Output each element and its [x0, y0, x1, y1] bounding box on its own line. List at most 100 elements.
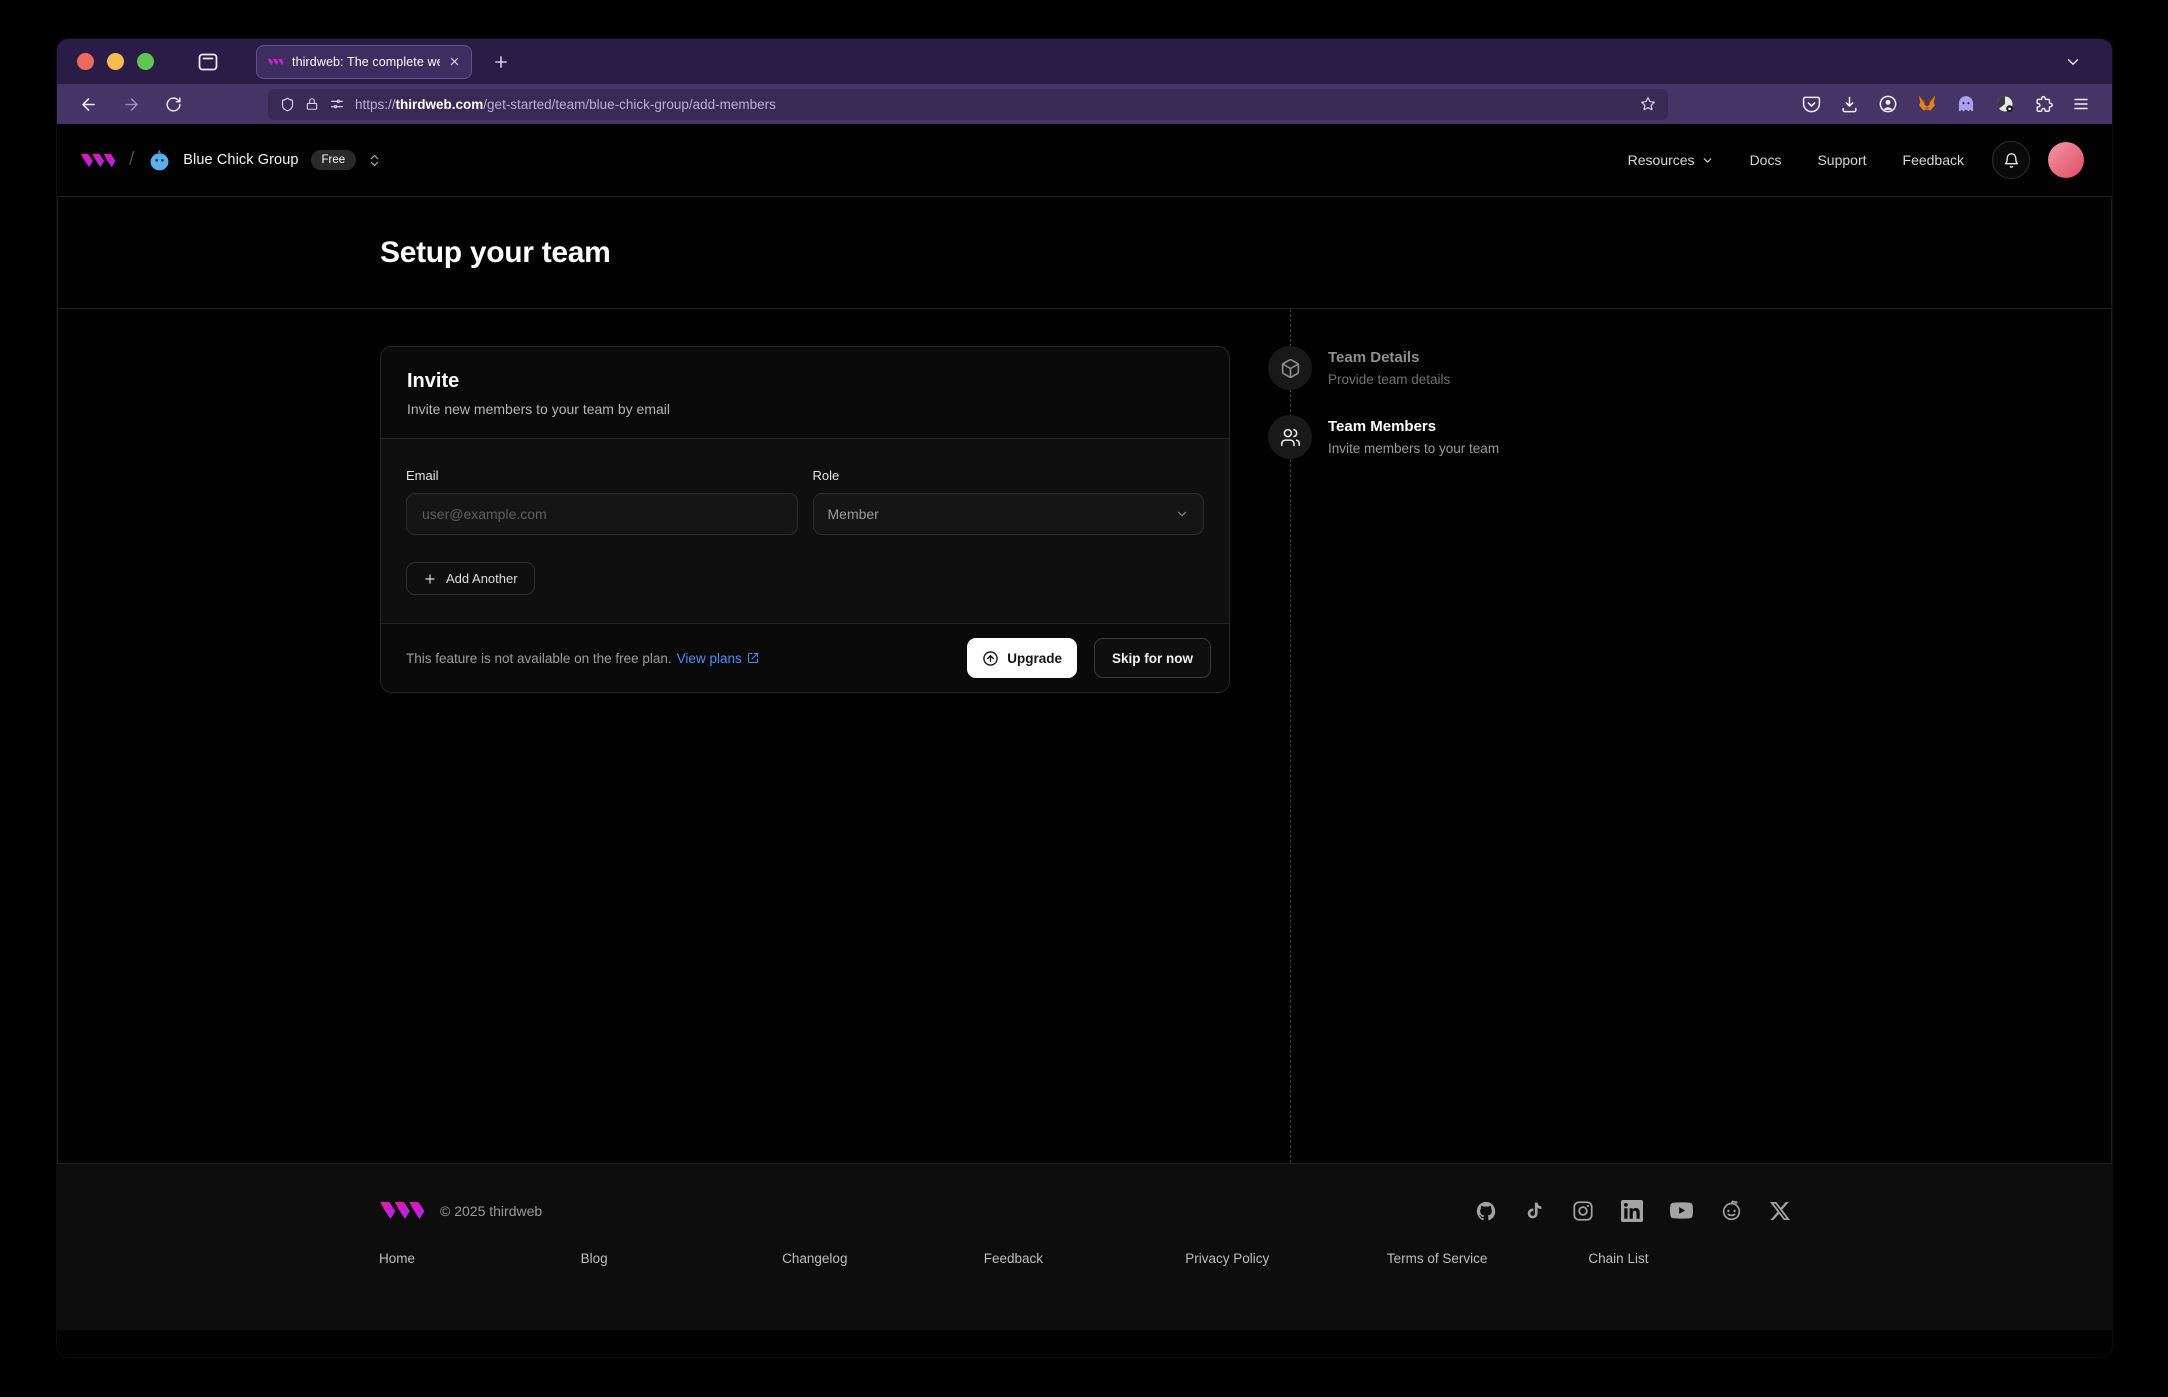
- lock-icon[interactable]: [305, 97, 319, 111]
- invite-card-header: Invite Invite new members to your team b…: [381, 347, 1229, 438]
- nav-docs[interactable]: Docs: [1750, 152, 1782, 168]
- reload-button[interactable]: [165, 96, 182, 113]
- new-tab-button[interactable]: [492, 53, 510, 71]
- back-button[interactable]: [79, 95, 98, 114]
- external-link-icon: [747, 653, 758, 663]
- header-nav: Resources Docs Support Feedback: [1592, 141, 2084, 179]
- download-icon[interactable]: [1840, 95, 1859, 114]
- traffic-lights: [77, 53, 154, 70]
- footer-link-blog[interactable]: Blog: [581, 1251, 783, 1266]
- team-switcher-chevrons-icon[interactable]: [367, 153, 382, 168]
- tab-title: thirdweb: The complete web3 d: [292, 54, 440, 69]
- firefox-view-icon[interactable]: [196, 50, 220, 74]
- account-icon[interactable]: [1878, 94, 1898, 114]
- footer-link-feedback[interactable]: Feedback: [984, 1251, 1186, 1266]
- browser-tab[interactable]: thirdweb: The complete web3 d: [256, 44, 472, 79]
- minimize-window-button[interactable]: [107, 53, 124, 70]
- user-avatar[interactable]: [2048, 142, 2084, 178]
- view-plans-link[interactable]: View plans: [677, 651, 759, 666]
- forward-button[interactable]: [122, 95, 141, 114]
- nav-resources[interactable]: Resources: [1628, 152, 1714, 168]
- url-bar[interactable]: https://thirdweb.com/get-started/team/bl…: [268, 88, 1668, 120]
- thirdweb-logo-icon[interactable]: [80, 153, 116, 168]
- toolbar-extensions: [1802, 94, 2090, 114]
- team-name[interactable]: Blue Chick Group: [183, 152, 298, 168]
- url-domain: thirdweb.com: [395, 96, 484, 112]
- github-icon[interactable]: [1475, 1200, 1497, 1222]
- tiktok-icon[interactable]: [1524, 1200, 1545, 1221]
- desktop: thirdweb: The complete web3 d: [0, 0, 2168, 1397]
- thirdweb-page: / Blue Chick Group Free Resources Docs S…: [57, 124, 2112, 1357]
- extensions-puzzle-icon[interactable]: [2034, 95, 2053, 114]
- footer-link-home[interactable]: Home: [379, 1251, 581, 1266]
- plan-badge: Free: [310, 150, 357, 170]
- skip-for-now-button[interactable]: Skip for now: [1094, 638, 1211, 678]
- footer-link-changelog[interactable]: Changelog: [782, 1251, 984, 1266]
- instagram-icon[interactable]: [1572, 1200, 1594, 1222]
- step-description: Invite members to your team: [1328, 441, 1500, 456]
- email-label: Email: [406, 468, 439, 483]
- invite-card-title: Invite: [407, 370, 460, 392]
- plan-notice: This feature is not available on the fre…: [406, 650, 672, 666]
- footer-link-privacy-policy[interactable]: Privacy Policy: [1185, 1251, 1387, 1266]
- browser-tab-bar: thirdweb: The complete web3 d: [57, 39, 2112, 84]
- notifications-bell-icon[interactable]: [1992, 141, 2030, 179]
- footer-links: Home Blog Changelog Feedback Privacy Pol…: [379, 1251, 1790, 1266]
- invite-card-footer: This feature is not available on the fre…: [381, 623, 1229, 692]
- phantom-icon[interactable]: [1956, 94, 1976, 114]
- page-title: Setup your team: [380, 235, 611, 269]
- zoom-window-button[interactable]: [137, 53, 154, 70]
- email-field-group: Email: [406, 468, 798, 535]
- invite-card: Invite Invite new members to your team b…: [380, 346, 1230, 693]
- linkedin-icon[interactable]: [1621, 1199, 1643, 1222]
- page-heading-band: Setup your team: [57, 196, 2112, 309]
- tracking-protection-shield-icon[interactable]: [280, 97, 295, 112]
- step-title: Team Details: [1328, 349, 1420, 366]
- site-footer: © 2025 thirdweb Home Blog Changelog Feed…: [57, 1163, 2112, 1330]
- nav-feedback[interactable]: Feedback: [1903, 152, 1964, 168]
- chevron-down-icon: [1703, 157, 1711, 163]
- invite-card-subtitle: Invite new members to your team by email: [407, 401, 670, 417]
- thirdweb-favicon-icon: [267, 58, 284, 65]
- social-links: [1475, 1199, 1790, 1222]
- step-team-details[interactable]: Team Details Provide team details: [1268, 346, 1450, 390]
- breadcrumb: / Blue Chick Group Free: [80, 148, 382, 173]
- list-all-tabs-button[interactable]: [2064, 53, 2082, 71]
- upgrade-button[interactable]: Upgrade: [967, 638, 1077, 678]
- footer-link-chain-list[interactable]: Chain List: [1588, 1251, 1790, 1266]
- email-input[interactable]: [406, 493, 798, 535]
- breadcrumb-separator: /: [129, 149, 135, 170]
- url-text[interactable]: https://thirdweb.com/get-started/team/bl…: [355, 97, 776, 112]
- arrow-up-circle-icon: [983, 650, 998, 666]
- pocket-icon[interactable]: [1802, 95, 1821, 114]
- bookmark-star-icon[interactable]: [1640, 96, 1656, 112]
- step-description: Provide team details: [1328, 372, 1451, 387]
- users-icon: [1268, 415, 1312, 459]
- youtube-icon[interactable]: [1670, 1199, 1693, 1222]
- tab-close-icon[interactable]: [448, 55, 461, 68]
- plus-icon: [425, 573, 435, 584]
- close-window-button[interactable]: [77, 53, 94, 70]
- role-select[interactable]: Member: [812, 493, 1204, 535]
- privacy-extension-icon[interactable]: [1995, 94, 2015, 114]
- step-team-members[interactable]: Team Members Invite members to your team: [1268, 415, 1499, 459]
- footer-link-terms-of-service[interactable]: Terms of Service: [1387, 1251, 1589, 1266]
- permissions-icon[interactable]: [329, 96, 345, 112]
- nav-support[interactable]: Support: [1817, 152, 1866, 168]
- content-area: Invite Invite new members to your team b…: [57, 309, 2112, 1163]
- team-avatar-chick-icon: [147, 148, 172, 173]
- url-scheme: https://: [355, 96, 396, 112]
- reddit-icon[interactable]: [1720, 1199, 1743, 1222]
- chevron-down-icon: [1175, 507, 1189, 521]
- role-label: Role: [812, 468, 840, 483]
- menu-hamburger-icon[interactable]: [2072, 95, 2090, 113]
- metamask-icon[interactable]: [1917, 94, 1937, 114]
- browser-window: thirdweb: The complete web3 d: [57, 39, 2112, 1357]
- thirdweb-footer-logo-icon: [380, 1202, 425, 1219]
- invite-card-body: Email Role Member: [381, 438, 1229, 623]
- add-another-button[interactable]: Add Another: [406, 562, 535, 595]
- role-select-value: Member: [827, 506, 879, 522]
- role-field-group: Role Member: [812, 468, 1204, 535]
- x-twitter-icon[interactable]: [1770, 1201, 1790, 1221]
- copyright: © 2025 thirdweb: [440, 1202, 543, 1219]
